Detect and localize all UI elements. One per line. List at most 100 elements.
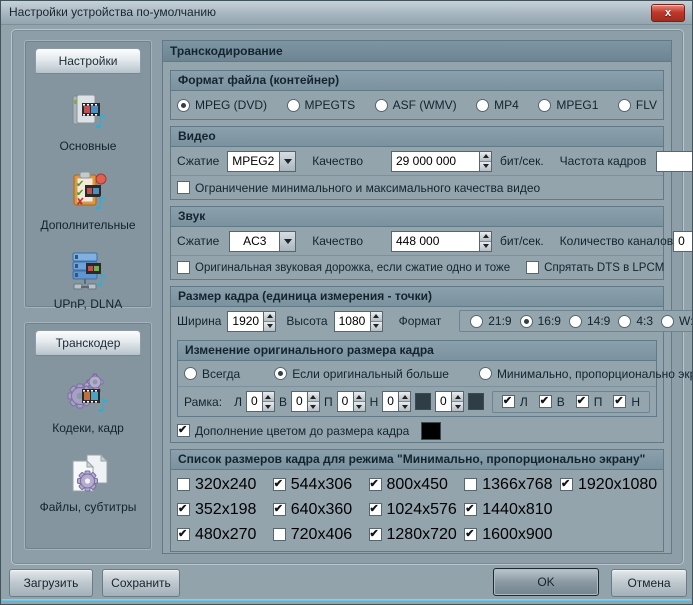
format-option-mp4[interactable]: MP4: [476, 98, 519, 112]
ok-button[interactable]: OK: [493, 568, 599, 596]
video-quality-spinner[interactable]: 29 000 000: [391, 151, 492, 172]
border-side-left-checkbox[interactable]: Л: [502, 395, 528, 409]
chevron-down-icon[interactable]: [279, 231, 296, 252]
size-option-720x406[interactable]: 720x406: [273, 525, 369, 544]
video-framerate-combo[interactable]: [656, 151, 693, 172]
size-option-352x198[interactable]: 352x198: [177, 500, 273, 519]
border-left-spinner[interactable]: 0: [246, 391, 275, 412]
size-option-1024x576[interactable]: 1024x576: [369, 500, 465, 519]
format-option-mpeg1[interactable]: MPEG1: [538, 98, 598, 112]
resize-option-always[interactable]: Всегда: [184, 367, 240, 381]
audio-quality-spinner[interactable]: 448 000: [391, 231, 492, 252]
spin-up-button[interactable]: [480, 232, 491, 242]
video-compression-value[interactable]: MPEG2: [227, 151, 279, 172]
checkbox-label: Н: [631, 395, 640, 409]
audio-compression-value[interactable]: AC3: [229, 231, 279, 252]
border-top-input[interactable]: 0: [291, 391, 307, 412]
spin-down-button[interactable]: [480, 242, 491, 251]
border-color-swatch[interactable]: [415, 393, 431, 410]
aspect-option-w-h[interactable]: W:H: [661, 314, 693, 328]
border-side-bottom-checkbox[interactable]: Н: [613, 395, 640, 409]
size-option-480x270[interactable]: 480x270: [177, 525, 273, 544]
close-button[interactable]: x: [651, 4, 685, 22]
height-input[interactable]: 1080: [334, 311, 370, 332]
size-option-1280x720[interactable]: 1280x720: [369, 525, 465, 544]
audio-quality-input[interactable]: 448 000: [391, 231, 479, 252]
aspect-option-4-3[interactable]: 4:3: [618, 314, 653, 328]
border-color-swatch-2[interactable]: [468, 393, 484, 410]
spin-up-button[interactable]: [371, 312, 382, 322]
audio-compression-combo[interactable]: AC3: [229, 231, 296, 252]
aspect-option-14-9[interactable]: 14:9: [569, 314, 610, 328]
cancel-button[interactable]: Отмена: [611, 569, 687, 597]
size-option-1600x900[interactable]: 1600x900: [464, 525, 560, 544]
aspect-option-21-9[interactable]: 21:9: [470, 314, 511, 328]
border-side-right-checkbox[interactable]: П: [576, 395, 603, 409]
format-option-mpeg-dvd[interactable]: MPEG (DVD): [177, 98, 267, 112]
sidebar-item-codecs[interactable]: ♪ Кодеки, кадр: [25, 372, 151, 435]
border-left-input[interactable]: 0: [246, 391, 262, 412]
border-bottom-input[interactable]: 0: [382, 391, 398, 412]
checkbox-icon: [177, 181, 190, 194]
resize-option-minimal[interactable]: Минимально, пропорционально экрану: [479, 367, 693, 381]
size-option-640x360[interactable]: 640x360: [273, 500, 369, 519]
audio-channels-input[interactable]: 0: [673, 231, 693, 252]
audio-channels-spinner[interactable]: 0: [673, 231, 693, 252]
spin-up-button[interactable]: [308, 392, 319, 402]
spin-down-button[interactable]: [264, 322, 275, 331]
border-right-input[interactable]: 0: [337, 391, 353, 412]
spin-up-button[interactable]: [399, 392, 410, 402]
spin-down-button[interactable]: [308, 402, 319, 411]
size-option-1440x810[interactable]: 1440x810: [464, 500, 560, 519]
size-option-544x306[interactable]: 544x306: [273, 475, 369, 494]
video-quality-input[interactable]: 29 000 000: [391, 151, 479, 172]
spin-down-button[interactable]: [371, 322, 382, 331]
width-spinner[interactable]: 1920: [227, 311, 276, 332]
aspect-option-16-9[interactable]: 16:9: [520, 314, 561, 328]
format-option-mpegts[interactable]: MPEGTS: [287, 98, 356, 112]
save-button[interactable]: Сохранить: [102, 569, 180, 597]
border-bottom-spinner[interactable]: 0: [382, 391, 411, 412]
size-option-1366x768[interactable]: 1366x768: [464, 475, 560, 494]
border-right-spinner[interactable]: 0: [337, 391, 366, 412]
border-top-spinner[interactable]: 0: [291, 391, 320, 412]
video-limit-checkbox[interactable]: Ограничение минимального и максимального…: [177, 181, 540, 195]
spin-up-button[interactable]: [264, 312, 275, 322]
width-input[interactable]: 1920: [227, 311, 263, 332]
resize-option-if-larger[interactable]: Если оригинальный больше: [274, 367, 449, 381]
spin-down-button[interactable]: [452, 402, 463, 411]
audio-dts-checkbox[interactable]: Спрятать DTS в LPCM: [526, 261, 664, 274]
sidebar-tab-settings[interactable]: Настройки: [35, 48, 141, 74]
sidebar-item-basic[interactable]: ♪ Основные: [25, 90, 151, 153]
border-side-top-checkbox[interactable]: В: [539, 395, 565, 409]
height-spinner[interactable]: 1080: [334, 311, 383, 332]
audio-original-checkbox[interactable]: Оригинальная звуковая дорожка, если сжат…: [177, 261, 510, 274]
format-option-flv[interactable]: FLV: [618, 98, 657, 112]
spin-down-button[interactable]: [354, 402, 365, 411]
load-button[interactable]: Загрузить: [9, 569, 93, 597]
titlebar[interactable]: Настройки устройства по-умолчанию x: [1, 1, 692, 25]
spin-down-button[interactable]: [480, 162, 491, 171]
spin-up-button[interactable]: [263, 392, 274, 402]
size-option-1920x1080[interactable]: 1920x1080: [560, 475, 657, 494]
format-option-asf-wmv[interactable]: ASF (WMV): [375, 98, 457, 112]
size-option-800x450[interactable]: 800x450: [369, 475, 465, 494]
border-extra-spinner[interactable]: 0: [435, 391, 464, 412]
spin-up-button[interactable]: [354, 392, 365, 402]
radio-icon: [274, 367, 287, 380]
sidebar-item-upnp[interactable]: ♪ UPnP, DLNA: [25, 248, 151, 311]
fill-color-checkbox[interactable]: Дополнение цветом до размера кадра: [177, 424, 409, 438]
spin-up-button[interactable]: [452, 392, 463, 402]
chevron-down-icon[interactable]: [279, 151, 296, 172]
size-option-320x240[interactable]: 320x240: [177, 475, 273, 494]
video-framerate-value[interactable]: [656, 151, 693, 172]
spin-up-button[interactable]: [480, 152, 491, 162]
spin-down-button[interactable]: [263, 402, 274, 411]
fill-color-swatch[interactable]: [421, 422, 441, 440]
video-compression-combo[interactable]: MPEG2: [227, 151, 296, 172]
sidebar-item-files[interactable]: Файлы, субтитры: [25, 451, 151, 514]
sidebar-item-additional[interactable]: ✔ ✔ ✘ ♪ Дополнительные: [25, 169, 151, 232]
border-extra-input[interactable]: 0: [435, 391, 451, 412]
spin-down-button[interactable]: [399, 402, 410, 411]
sidebar-tab-transcoder[interactable]: Транскодер: [35, 330, 141, 356]
